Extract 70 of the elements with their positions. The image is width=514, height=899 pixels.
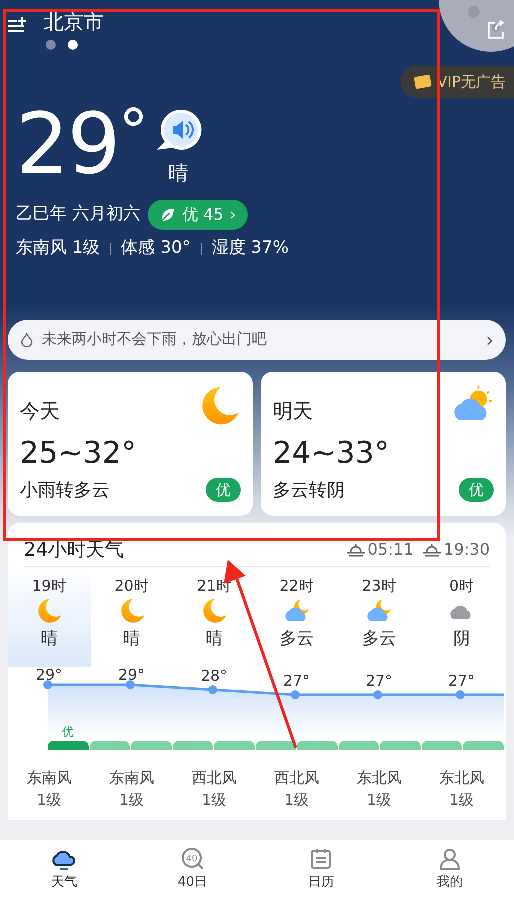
wind-direction: 东南风 [109, 768, 154, 788]
hour-column[interactable]: 23时 多云 [338, 566, 420, 666]
current-condition: 晴 [168, 160, 189, 187]
hour-column[interactable]: 19时 晴 [8, 566, 90, 666]
wind-level: 1级 [449, 790, 474, 811]
menu-icon[interactable] [8, 16, 28, 34]
hour-column[interactable]: 0时 阴 [420, 566, 503, 666]
hour-temperature: 29° [118, 666, 146, 686]
wind-level: 1级 [36, 790, 62, 811]
nav-tab[interactable]: 我的 [386, 840, 514, 899]
wind-direction: 西北风 [274, 768, 320, 788]
wind-direction: 东北风 [356, 768, 402, 788]
hour-label: 20时 [114, 576, 149, 596]
city-name: 北京市 [44, 9, 104, 36]
hour-condition: 多云 [280, 628, 314, 651]
hour-column[interactable]: 22时 多云 [256, 566, 338, 666]
temperature-range: 24~33° [273, 436, 390, 472]
hour-label: 22时 [280, 576, 314, 596]
rain-notice[interactable]: 未来两小时不会下雨，放心出门吧 › [8, 320, 506, 360]
forty-day-icon: 40 [180, 846, 205, 871]
hour-temperature: 27° [448, 672, 476, 688]
hour-temperature: 27° [366, 672, 393, 688]
hour-temperature: 29° [36, 666, 63, 686]
hour-column[interactable]: 20时 晴 [90, 566, 173, 666]
hour-temperature: 27° [283, 672, 310, 688]
weather-detail: 体感 30° [121, 237, 191, 260]
nav-tab[interactable]: 天气 [0, 840, 128, 899]
sunrise-time: 05:11 [368, 539, 414, 561]
wind-level: 1级 [202, 790, 227, 811]
wind-level: 1级 [284, 790, 310, 811]
share-icon[interactable] [486, 20, 506, 40]
hour-temperature: 28° [200, 668, 228, 686]
hourly-title: 24小时天气 [24, 538, 124, 563]
sunrise-icon [346, 543, 366, 557]
hour-condition: 晴 [123, 628, 140, 651]
lunar-date: 乙巳年 六月初六 [16, 203, 140, 226]
wind-direction: 东北风 [439, 768, 484, 788]
nav-tab[interactable]: 日历 [257, 840, 386, 899]
user-icon [438, 846, 462, 871]
hour-label: 19时 [32, 576, 66, 596]
nav-tab[interactable]: 40 40日 [128, 840, 257, 899]
sunset-time: 19:30 [444, 539, 490, 561]
day-label: 今天 [20, 398, 60, 424]
day-label: 明天 [273, 398, 313, 424]
drop-icon [20, 332, 34, 346]
day-forecast-card[interactable]: 今天 25~32° 小雨转多云 优 [8, 372, 253, 516]
wind-direction: 东南风 [26, 768, 72, 788]
hour-condition: 晴 [206, 628, 223, 651]
wind-direction: 西北风 [192, 768, 237, 788]
weather-detail: 东南风 1级 [16, 237, 100, 260]
hour-condition: 多云 [362, 628, 396, 651]
hour-label: 0时 [449, 576, 474, 596]
current-temperature: 29° [16, 102, 147, 186]
ticket-icon [413, 74, 434, 90]
weather-detail: 湿度 37% [212, 237, 289, 260]
day-forecast-card[interactable]: 明天 24~33° 多云转阴 优 [261, 372, 506, 516]
hour-condition: 晴 [40, 628, 58, 651]
wind-level: 1级 [366, 790, 392, 811]
hour-label: 23时 [362, 576, 396, 596]
wind-level: 1级 [119, 790, 144, 811]
temperature-range: 25~32° [20, 436, 138, 472]
aqi-badge: 优 [459, 478, 494, 502]
sunset-icon [422, 543, 442, 557]
calendar-icon [309, 846, 334, 871]
hour-condition: 阴 [453, 628, 470, 651]
aqi-badge: 优 [206, 478, 241, 502]
day-condition: 小雨转多云 [20, 478, 110, 502]
leaf-icon [160, 207, 176, 223]
day-condition: 多云转阴 [273, 478, 345, 502]
aqi-label: 优 [62, 724, 74, 740]
